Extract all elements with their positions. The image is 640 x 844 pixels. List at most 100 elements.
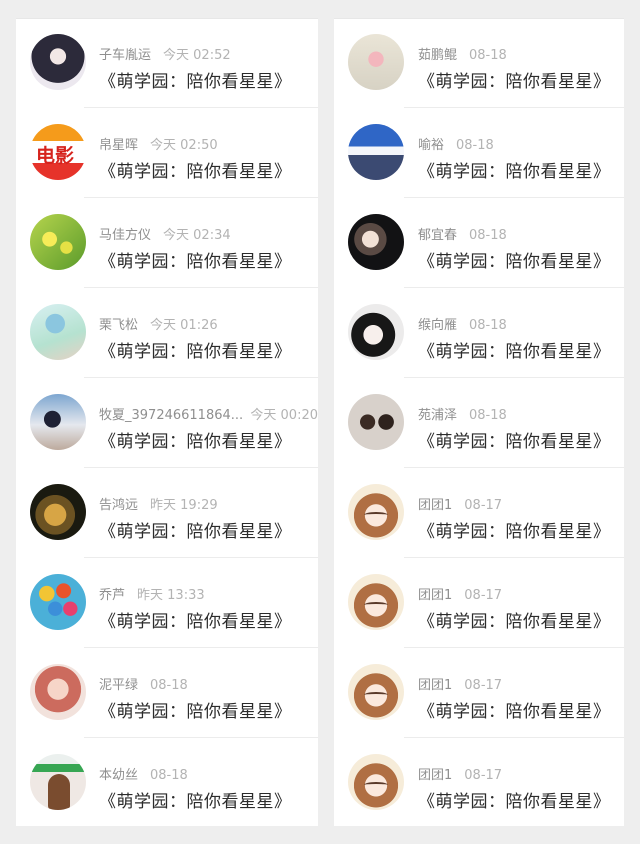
message-text: 《萌学园：陪你看星星》 <box>99 162 292 182</box>
message-text: 《萌学园：陪你看星星》 <box>99 252 292 272</box>
umbrella-avatar[interactable] <box>30 304 86 360</box>
dark-portrait-avatar[interactable] <box>348 214 404 270</box>
name-row: 喻裕 08-18 <box>418 134 624 153</box>
list-item[interactable]: 郁宜春 08-18 《萌学园：陪你看星星》 <box>334 198 624 288</box>
message-text: 《萌学园：陪你看星星》 <box>418 792 611 812</box>
timestamp: 08-18 <box>150 768 188 783</box>
user-name: 泥平绿 <box>99 678 139 693</box>
message-text: 《萌学园：陪你看星星》 <box>99 612 292 632</box>
singer-avatar[interactable] <box>30 754 86 810</box>
timestamp: 08-18 <box>469 48 507 63</box>
name-row: 缑向雁 08-18 <box>418 314 624 333</box>
message-text: 《萌学园：陪你看星星》 <box>418 612 611 632</box>
message-text: 《萌学园：陪你看星星》 <box>418 342 611 362</box>
name-row: 马佳方仪 今天 02:34 <box>99 224 318 243</box>
user-name: 本幼丝 <box>99 768 139 783</box>
snow-mountain-avatar[interactable] <box>348 124 404 180</box>
message-text: 《萌学园：陪你看星星》 <box>418 432 611 452</box>
user-name: 团团1 <box>418 678 453 693</box>
timestamp: 今天 00:20 <box>250 408 318 423</box>
timestamp: 今天 02:52 <box>163 48 231 63</box>
list-item[interactable]: 乔芦 昨天 13:33 《萌学园：陪你看星星》 <box>16 558 318 648</box>
timestamp: 08-18 <box>456 138 494 153</box>
message-text: 《萌学园：陪你看星星》 <box>99 522 292 542</box>
timestamp: 08-17 <box>464 498 503 513</box>
anime-girl-avatar[interactable] <box>348 664 404 720</box>
user-name: 告鸿远 <box>99 498 139 513</box>
name-row: 子车胤运 今天 02:52 <box>99 44 318 63</box>
user-name: 茹鹏鲲 <box>418 48 458 63</box>
list-item[interactable]: 团团1 08-17 《萌学园：陪你看星星》 <box>334 558 624 648</box>
timestamp: 08-18 <box>469 408 507 423</box>
user-name: 栗飞松 <box>99 318 139 333</box>
timestamp: 今天 02:50 <box>150 138 218 153</box>
user-name: 子车胤运 <box>99 48 152 63</box>
list-item[interactable]: 苑浦泽 08-18 《萌学园：陪你看星星》 <box>334 378 624 468</box>
name-row: 团团1 08-17 <box>418 494 624 513</box>
user-name: 苑浦泽 <box>418 408 458 423</box>
user-name: 缑向雁 <box>418 318 458 333</box>
couple-avatar[interactable] <box>30 394 86 450</box>
name-row: 团团1 08-17 <box>418 764 624 783</box>
message-text: 《萌学园：陪你看星星》 <box>418 522 611 542</box>
name-row: 牧夏_397246611864... 今天 00:20 <box>99 404 318 423</box>
list-item[interactable]: 缑向雁 08-18 《萌学园：陪你看星星》 <box>334 288 624 378</box>
timestamp: 08-17 <box>464 768 503 783</box>
anime-girl-avatar[interactable] <box>348 754 404 810</box>
list-item[interactable]: 马佳方仪 今天 02:34 《萌学园：陪你看星星》 <box>16 198 318 288</box>
list-item[interactable]: 子车胤运 今天 02:52 《萌学园：陪你看星星》 <box>16 18 318 108</box>
message-text: 《萌学园：陪你看星星》 <box>418 162 611 182</box>
name-row: 苑浦泽 08-18 <box>418 404 624 423</box>
list-item[interactable]: 团团1 08-17 《萌学园：陪你看星星》 <box>334 468 624 558</box>
timestamp: 08-18 <box>469 318 507 333</box>
name-row: 茹鹏鲲 08-18 <box>418 44 624 63</box>
left-message-list: 子车胤运 今天 02:52 《萌学园：陪你看星星》 电影 帛星晖 今天 02:50 … <box>16 18 318 826</box>
flowers-avatar[interactable] <box>30 214 86 270</box>
anime-girl-avatar[interactable] <box>348 574 404 630</box>
list-item[interactable]: 本幼丝 08-18 《萌学园：陪你看星星》 <box>16 738 318 826</box>
timestamp: 08-18 <box>469 228 507 243</box>
list-item[interactable]: 泥平绿 08-18 《萌学园：陪你看星星》 <box>16 648 318 738</box>
list-item[interactable]: 团团1 08-17 《萌学园：陪你看星星》 <box>334 738 624 826</box>
kids-avatar[interactable] <box>348 394 404 450</box>
user-name: 马佳方仪 <box>99 228 152 243</box>
message-text: 《萌学园：陪你看星星》 <box>418 252 611 272</box>
name-row: 本幼丝 08-18 <box>99 764 318 783</box>
rose-avatar[interactable] <box>348 34 404 90</box>
gold-ornament-avatar[interactable] <box>30 484 86 540</box>
list-item[interactable]: 喻裕 08-18 《萌学园：陪你看星星》 <box>334 108 624 198</box>
horse-avatar[interactable] <box>30 664 86 720</box>
name-row: 团团1 08-17 <box>418 674 624 693</box>
right-message-list: 茹鹏鲲 08-18 《萌学园：陪你看星星》 喻裕 08-18 《萌学园：陪你看星星》… <box>334 18 624 826</box>
user-name: 喻裕 <box>418 138 445 153</box>
avatar-text: 电影 <box>36 145 75 167</box>
list-item[interactable]: 团团1 08-17 《萌学园：陪你看星星》 <box>334 648 624 738</box>
timestamp: 08-17 <box>464 588 503 603</box>
message-text: 《萌学园：陪你看星星》 <box>99 72 292 92</box>
timestamp: 今天 02:34 <box>163 228 231 243</box>
user-name: 帛星晖 <box>99 138 139 153</box>
message-text: 《萌学园：陪你看星星》 <box>99 342 292 362</box>
girl-dark-avatar[interactable] <box>30 34 86 90</box>
list-item[interactable]: 栗飞松 今天 01:26 《萌学园：陪你看星星》 <box>16 288 318 378</box>
message-text: 《萌学园：陪你看星星》 <box>418 72 611 92</box>
list-item[interactable]: 电影 帛星晖 今天 02:50 《萌学园：陪你看星星》 <box>16 108 318 198</box>
message-text: 《萌学园：陪你看星星》 <box>99 702 292 722</box>
anime-girl-avatar[interactable] <box>348 484 404 540</box>
movie-logo-avatar[interactable]: 电影 <box>30 124 86 180</box>
list-item[interactable]: 告鸿远 昨天 19:29 《萌学园：陪你看星星》 <box>16 468 318 558</box>
name-row: 乔芦 昨天 13:33 <box>99 584 318 603</box>
name-row: 团团1 08-17 <box>418 584 624 603</box>
list-item[interactable]: 茹鹏鲲 08-18 《萌学园：陪你看星星》 <box>334 18 624 108</box>
name-row: 泥平绿 08-18 <box>99 674 318 693</box>
user-name: 团团1 <box>418 498 453 513</box>
bw-girl-avatar[interactable] <box>348 304 404 360</box>
user-name: 团团1 <box>418 768 453 783</box>
user-name: 乔芦 <box>99 588 126 603</box>
list-item[interactable]: 牧夏_397246611864... 今天 00:20 《萌学园：陪你看星星》 <box>16 378 318 468</box>
balloons-avatar[interactable] <box>30 574 86 630</box>
name-row: 告鸿远 昨天 19:29 <box>99 494 318 513</box>
user-name: 团团1 <box>418 588 453 603</box>
timestamp: 08-17 <box>464 678 503 693</box>
timestamp: 今天 01:26 <box>150 318 218 333</box>
